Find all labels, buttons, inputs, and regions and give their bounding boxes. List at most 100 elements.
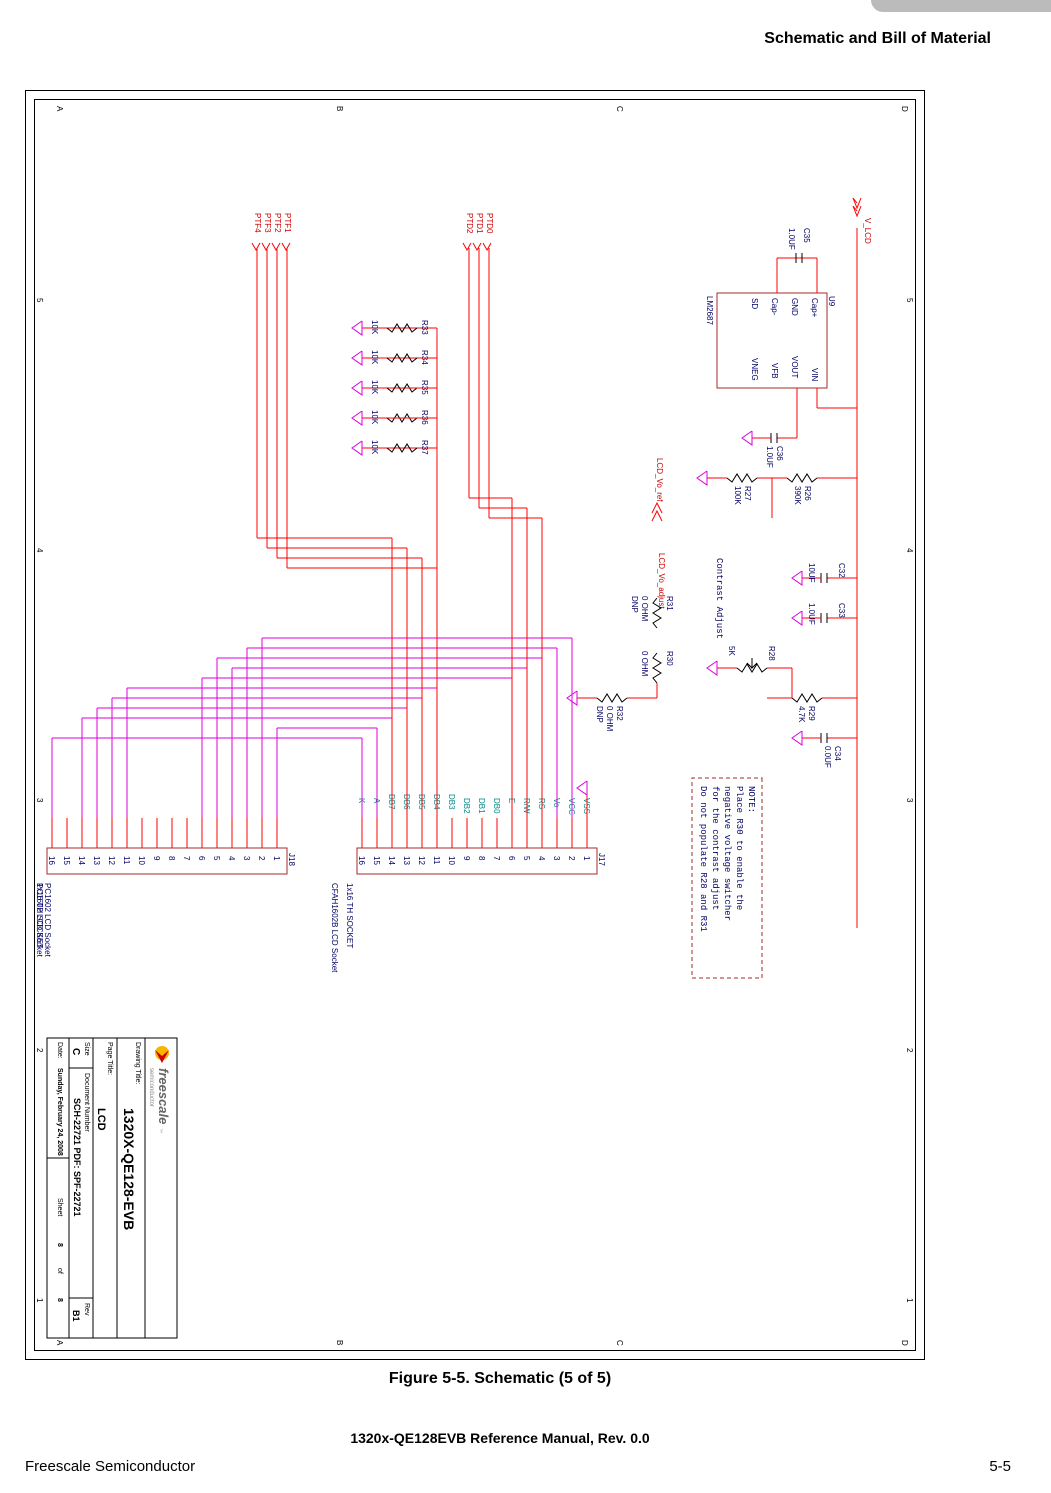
contrast-label: Contrast Adjust [714, 558, 724, 639]
svg-text:11: 11 [432, 856, 441, 865]
svg-text:14: 14 [77, 856, 86, 865]
figure-caption: Figure 5-5. Schematic (5 of 5) [0, 1370, 1000, 1388]
svg-text:freescale: freescale [156, 1068, 171, 1124]
svg-text:Page Title:: Page Title: [106, 1042, 113, 1075]
svg-text:6: 6 [507, 856, 516, 861]
svg-text:12: 12 [107, 856, 116, 865]
svg-text:15: 15 [372, 856, 381, 865]
svg-text:Drawing Title:: Drawing Title: [134, 1042, 141, 1084]
svg-text:10: 10 [137, 856, 146, 865]
svg-text:B: B [335, 1340, 344, 1345]
svg-text:B1: B1 [71, 1310, 81, 1322]
svg-text:DB1: DB1 [477, 798, 486, 814]
svg-text:1: 1 [905, 1298, 914, 1303]
svg-text:DB0: DB0 [492, 798, 501, 814]
interconnect-bus [52, 638, 572, 818]
svg-text:4.7K: 4.7K [797, 706, 806, 723]
j17-type: 1x16 TH SOCKET [345, 883, 354, 948]
u9-ref: U9 [827, 296, 836, 307]
svg-text:1: 1 [582, 856, 591, 861]
svg-text:C: C [615, 1340, 624, 1346]
schematic-svg: V_LCD U9 LM2687 Cap+ GND Cap- SD VNEG VF… [33, 98, 917, 1352]
v-lcd-label: V_LCD [863, 218, 872, 244]
svg-text:R28: R28 [767, 646, 776, 661]
svg-text:R26: R26 [803, 486, 812, 501]
svg-text:™: ™ [157, 1128, 163, 1133]
page-header: Schematic and Bill of Material [764, 30, 991, 48]
page-title: LCD [95, 1108, 107, 1131]
svg-text:3: 3 [552, 856, 561, 861]
svg-text:390K: 390K [793, 486, 802, 505]
svg-text:Size: Size [83, 1042, 90, 1056]
svg-text:10UF: 10UF [807, 563, 816, 583]
svg-text:Place R30 to enable the: Place R30 to enable the [734, 786, 744, 910]
svg-text:R33: R33 [420, 320, 429, 335]
svg-text:10: 10 [447, 856, 456, 865]
svg-text:Sheet: Sheet [56, 1198, 63, 1216]
svg-text:B: B [335, 106, 344, 111]
svg-text:Cap-: Cap- [770, 298, 779, 316]
svg-text:GND: GND [790, 298, 799, 316]
svg-text:1: 1 [35, 1298, 44, 1303]
doc-title: 1320x-QE128EVB Reference Manual, Rev. 0.… [0, 1430, 1000, 1446]
svg-text:10K: 10K [370, 440, 379, 455]
svg-text:PTF2: PTF2 [273, 213, 282, 233]
svg-text:Do not populate R28 and R31: Do not populate R28 and R31 [698, 786, 708, 932]
svg-text:2: 2 [35, 1048, 44, 1053]
svg-text:VIN: VIN [810, 368, 819, 382]
svg-text:0.0UF: 0.0UF [823, 746, 832, 768]
svg-text:R32: R32 [615, 706, 624, 721]
svg-text:2: 2 [905, 1048, 914, 1053]
svg-text:PTD1: PTD1 [475, 213, 484, 234]
svg-text:PTD0: PTD0 [485, 213, 494, 234]
svg-text:R31: R31 [665, 596, 674, 611]
svg-text:7: 7 [182, 856, 191, 861]
svg-text:C33: C33 [837, 603, 846, 618]
footer-right: 5-5 [989, 1458, 1011, 1475]
svg-text:NOTE:: NOTE: [746, 786, 756, 813]
svg-text:1.0UF: 1.0UF [787, 228, 796, 250]
svg-text:13: 13 [402, 856, 411, 865]
svg-text:10K: 10K [370, 350, 379, 365]
svg-text:3: 3 [905, 798, 914, 803]
svg-text:Rev: Rev [83, 1303, 90, 1316]
svg-text:semiconductor: semiconductor [148, 1068, 154, 1107]
svg-text:4: 4 [227, 856, 236, 861]
svg-text:Document Number: Document Number [83, 1073, 90, 1132]
lcd-vo-ref: LCD_Vo_ref [655, 458, 664, 502]
schematic-content: V_LCD U9 LM2687 Cap+ GND Cap- SD VNEG VF… [33, 98, 917, 1352]
svg-text:of: of [56, 1268, 63, 1274]
j17-ref: J17 [597, 853, 606, 866]
svg-text:1: 1 [272, 856, 281, 861]
svg-text:7: 7 [492, 856, 501, 861]
svg-text:5: 5 [35, 298, 44, 303]
svg-text:5: 5 [212, 856, 221, 861]
svg-text:1.0UF: 1.0UF [765, 446, 774, 468]
svg-text:VOUT: VOUT [790, 356, 799, 378]
svg-text:13: 13 [92, 856, 101, 865]
u9-part: LM2687 [705, 296, 714, 325]
svg-text:for the contrast adjust: for the contrast adjust [710, 786, 720, 910]
svg-text:1.0UF: 1.0UF [807, 603, 816, 625]
svg-text:0 OHM: 0 OHM [640, 651, 649, 677]
svg-text:4: 4 [537, 856, 546, 861]
svg-text:R30: R30 [665, 651, 674, 666]
svg-text:C36: C36 [775, 446, 784, 461]
zone-markers: DCBA DCBA 54321 54321 [35, 106, 914, 1346]
svg-text:8: 8 [167, 856, 176, 861]
svg-text:VFB: VFB [770, 363, 779, 379]
svg-text:12: 12 [417, 856, 426, 865]
svg-text:SD: SD [750, 298, 759, 309]
drawing-title: 1320X-QE128-EVB [121, 1108, 137, 1230]
decorative-bar [871, 0, 1051, 12]
svg-text:5: 5 [905, 298, 914, 303]
schematic-outer-frame: V_LCD U9 LM2687 Cap+ GND Cap- SD VNEG VF… [25, 90, 925, 1360]
svg-text:negative voltage switcher: negative voltage switcher [722, 786, 732, 921]
svg-text:PTF3: PTF3 [263, 213, 272, 233]
svg-text:16: 16 [357, 856, 366, 865]
svg-text:PTF4: PTF4 [253, 213, 262, 233]
svg-text:Cap+: Cap+ [810, 298, 819, 318]
svg-text:DB3: DB3 [447, 794, 456, 810]
svg-text:Date:: Date: [56, 1042, 63, 1059]
svg-text:C35: C35 [802, 228, 811, 243]
